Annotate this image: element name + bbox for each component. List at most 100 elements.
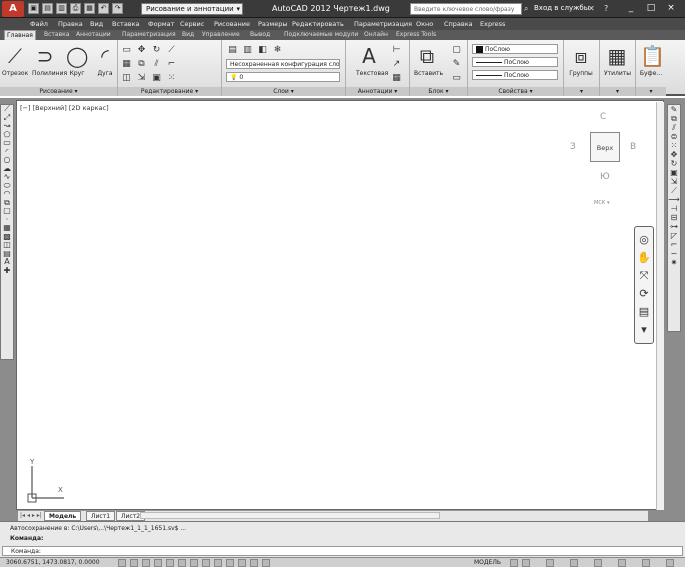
workspace-switching-icon[interactable] — [594, 559, 602, 567]
close-button[interactable]: × — [664, 2, 678, 15]
polar-toggle-icon[interactable] — [154, 559, 162, 567]
color-dropdown[interactable]: ПоСлою — [472, 44, 558, 54]
ortho-toggle-icon[interactable] — [142, 559, 150, 567]
circle-tool[interactable]: ◯ Круг — [64, 44, 90, 77]
menu-window[interactable]: Окно — [416, 20, 433, 28]
layer-properties-icon[interactable]: ▤ — [226, 44, 239, 56]
tab-layout1[interactable]: Лист1 — [86, 511, 116, 521]
layer-isolate-icon[interactable]: ◧ — [256, 44, 269, 56]
leader-icon[interactable]: ↗ — [390, 58, 403, 70]
current-layer-dropdown[interactable]: 💡 0 — [226, 72, 340, 82]
trim-icon[interactable]: ⟋ — [671, 186, 677, 195]
scale-icon[interactable]: ▣ — [150, 72, 163, 84]
zoom-icon[interactable]: ⤧ — [640, 267, 649, 285]
open-icon[interactable]: ▤ — [42, 3, 53, 14]
line-tool[interactable]: ⟋ Отрезок — [2, 44, 28, 77]
edit-block-icon[interactable]: ✎ — [450, 58, 463, 70]
tab-express-tools[interactable]: Express Tools — [394, 31, 438, 38]
layers-panel-title[interactable]: Слои ▾ — [222, 87, 345, 96]
maximize-button[interactable]: □ — [644, 2, 658, 15]
otrack-toggle-icon[interactable] — [190, 559, 198, 567]
offset-icon[interactable]: ⊜ — [671, 132, 678, 141]
lwt-toggle-icon[interactable] — [226, 559, 234, 567]
showmotion-icon[interactable]: ▤ — [639, 303, 649, 321]
break-point-icon[interactable]: ⊣ — [671, 204, 678, 213]
3dosnap-toggle-icon[interactable] — [178, 559, 186, 567]
dyn-toggle-icon[interactable] — [214, 559, 222, 567]
insert-tool[interactable]: ⧉ Вставить — [414, 44, 443, 77]
annotation-panel-title[interactable]: Аннотации ▾ — [346, 87, 409, 96]
orbit-icon[interactable]: ⟳ — [639, 285, 648, 303]
sign-in-link[interactable]: Вход в службы — [534, 4, 589, 12]
stretch-icon[interactable]: ⇲ — [671, 177, 678, 186]
menu-dimension[interactable]: Размеры — [258, 20, 288, 28]
redo-icon[interactable]: ↷ — [112, 3, 123, 14]
annotation-scale-icon[interactable] — [546, 559, 554, 567]
steering-wheel-icon[interactable]: ◎ — [639, 231, 649, 249]
layer-state-dropdown[interactable]: Несохраненная конфигурация слоев — [226, 59, 340, 69]
quick-view-drawings-icon[interactable] — [522, 559, 530, 567]
erase-icon[interactable]: ✎ — [671, 105, 678, 114]
workspace-dropdown[interactable]: Рисование и аннотации — [141, 3, 243, 15]
tab-output[interactable]: Вывод — [248, 31, 272, 38]
command-input[interactable]: Команда: — [2, 546, 683, 556]
undo-icon[interactable]: ↶ — [98, 3, 109, 14]
menu-parametric[interactable]: Параметризация — [354, 20, 412, 28]
new-icon[interactable]: ▣ — [28, 3, 39, 14]
viewcube-west[interactable]: З — [570, 142, 576, 152]
properties-panel-title[interactable]: Свойства ▾ — [468, 87, 563, 96]
menu-insert[interactable]: Вставка — [112, 20, 140, 28]
modify-panel-title[interactable]: Редактирование ▾ — [118, 87, 221, 96]
tab-home[interactable]: Главная — [4, 30, 36, 40]
hatch-icon[interactable]: ▦ — [120, 58, 133, 70]
tab-plugins[interactable]: Подключаемые модули — [282, 31, 360, 38]
explode-icon[interactable]: ✷ — [671, 258, 678, 267]
tab-view[interactable]: Вид — [180, 31, 196, 38]
stretch-icon[interactable]: ⇲ — [135, 72, 148, 84]
break-icon[interactable]: ⊟ — [671, 213, 678, 222]
lineweight-dropdown[interactable]: ПоСлою — [472, 70, 558, 80]
fillet-icon[interactable]: ⌐ — [165, 58, 178, 70]
sc-toggle-icon[interactable] — [262, 559, 270, 567]
snap-toggle-icon[interactable] — [118, 559, 126, 567]
annotation-visibility-icon[interactable] — [570, 559, 578, 567]
copy-icon[interactable]: ⧉ — [135, 58, 148, 70]
pan-hand-icon[interactable]: ✋ — [637, 249, 651, 267]
search-icon[interactable]: ⌕ — [524, 4, 528, 14]
mirror-icon[interactable]: ⫽ — [672, 123, 676, 132]
viewcube-north[interactable]: С — [600, 112, 606, 122]
horizontal-scrollbar[interactable] — [140, 512, 440, 519]
create-block-icon[interactable]: ▢ — [450, 44, 463, 56]
help-icon[interactable]: ? — [604, 4, 608, 13]
trim-icon[interactable]: ⟋ — [165, 44, 178, 56]
menu-view[interactable]: Вид — [90, 20, 103, 28]
minimize-button[interactable]: _ — [624, 2, 638, 15]
region-icon[interactable]: ◫ — [120, 72, 133, 84]
move-icon[interactable]: ✥ — [135, 44, 148, 56]
search-input[interactable]: Введите ключевое слово/фразу — [410, 3, 522, 15]
scale-icon[interactable]: ▣ — [670, 168, 678, 177]
arc-tool[interactable]: ◜ Дуга — [92, 44, 118, 77]
tab-parametric[interactable]: Параметризация — [120, 31, 178, 38]
save-icon[interactable]: ▥ — [56, 3, 67, 14]
copy-icon[interactable]: ⧉ — [671, 114, 677, 123]
isolate-objects-icon[interactable] — [642, 559, 650, 567]
draw-panel-title[interactable]: Рисование ▾ — [0, 87, 117, 96]
blend-icon[interactable]: ∽ — [671, 249, 678, 258]
lock-icon[interactable] — [618, 559, 626, 567]
tab-insert[interactable]: Вставка — [42, 31, 71, 38]
menu-modify[interactable]: Редактировать — [292, 20, 344, 28]
layer-state-icon[interactable]: ▥ — [241, 44, 254, 56]
move-icon[interactable]: ✥ — [671, 150, 678, 159]
grid-toggle-icon[interactable] — [130, 559, 138, 567]
rectangle-icon[interactable]: ▭ — [120, 44, 133, 56]
exchange-icon[interactable]: ✕ — [588, 4, 595, 13]
tab-manage[interactable]: Управление — [200, 31, 242, 38]
menu-draw[interactable]: Рисование — [214, 20, 250, 28]
layout-nav-buttons[interactable]: |◂ ◂ ▸ ▸| — [20, 512, 42, 519]
dimension-icon[interactable]: ⊢ — [390, 44, 403, 56]
join-icon[interactable]: ⊶ — [670, 222, 678, 231]
text-tool[interactable]: A Текстовая — [356, 44, 388, 77]
tab-online[interactable]: Онлайн — [362, 31, 390, 38]
table-icon[interactable]: ▦ — [390, 72, 403, 84]
